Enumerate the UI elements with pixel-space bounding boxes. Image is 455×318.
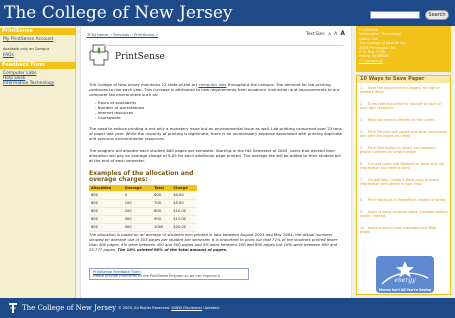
- tips-box: 10 Ways to Save Paper 1. Save the documen…: [356, 75, 451, 295]
- disclaimer-link[interactable]: WWW Disclaimer: [171, 306, 202, 310]
- right-sidebar: PrintSense Information Technology Green …: [356, 26, 455, 298]
- tips-heading: 10 Ways to Save Paper: [357, 76, 450, 83]
- tip-item: 7. Consolidate. Create a Word page to sha…: [360, 178, 439, 187]
- contact-us-link[interactable]: IT Contact us: [359, 59, 448, 63]
- allocation-table: Allocation Overage Total Charge 600 0 60…: [89, 185, 197, 232]
- table-cell: 300: [122, 215, 153, 224]
- feedback-note: Please provide comments on the PrintSens…: [93, 274, 221, 278]
- allocation-note: The allocation is based on an average of…: [89, 232, 347, 252]
- tip-text: Avoid printing multiple drafts. Consider…: [360, 210, 448, 219]
- breadcrumb[interactable]: TCNJ Home :: Services :: PrintSense ::: [87, 32, 158, 37]
- tip-item: 1. Save the document to a floppy, zip dis…: [360, 86, 440, 95]
- search-input[interactable]: [370, 11, 420, 19]
- site-header: The College of New Jersey Search: [0, 0, 455, 26]
- left-sidebar: PrintSense My PrintSense Account Availab…: [0, 26, 76, 298]
- table-cell: 600: [89, 199, 123, 208]
- intro-paragraph: The College of New Jersey maintains 22 s…: [89, 82, 345, 97]
- table-row: 600 400 1000 $20.00: [89, 223, 197, 232]
- table-cell: 1000: [152, 223, 172, 232]
- tip-item: 8. Print handouts in PowerPoint instead o…: [360, 198, 447, 202]
- tip-item: 9. Avoid printing multiple drafts. Consid…: [360, 210, 448, 219]
- table-cell: $10.00: [171, 207, 197, 216]
- page-body: PrintSense My PrintSense Account Availab…: [0, 26, 455, 298]
- table-cell: 900: [152, 215, 172, 224]
- sidebar-item-faqs[interactable]: FAQs: [3, 53, 14, 58]
- table-cell: 800: [152, 207, 172, 216]
- tcnj-logo-icon[interactable]: [8, 302, 18, 314]
- tip-item: 5. Print information in library call numb…: [360, 146, 437, 155]
- footer-meta: © 2005, All Rights Reserved. WWW Disclai…: [118, 306, 220, 310]
- table-cell: 400: [122, 223, 153, 232]
- allocation-paragraph: The program will allocate each student 6…: [89, 148, 341, 163]
- table-cell: 0: [122, 191, 153, 200]
- search-button[interactable]: Search: [425, 10, 449, 20]
- sidebar-heading-feedback[interactable]: Feedback Form: [0, 62, 76, 69]
- tip-text: Consolidate. Create a Word page to share…: [360, 178, 439, 187]
- tip-text: Cut and paste into Notepad or Word only …: [360, 162, 445, 171]
- table-cell: 600: [89, 191, 123, 200]
- table-cell: 600: [89, 215, 123, 224]
- tip-item: 3. Read documents directly on the screen.: [360, 118, 436, 122]
- table-cell: $15.00: [171, 215, 197, 224]
- tip-text: Save the document to a floppy, zip disk …: [360, 86, 440, 95]
- table-cell: 600: [89, 223, 123, 232]
- table-cell: $0.00: [171, 191, 197, 200]
- printer-logo-icon: [89, 44, 109, 66]
- energy-star-badge[interactable]: energy Money Isn't All You're Saving: [376, 256, 434, 293]
- printsense-logo: PrintSense: [87, 44, 165, 66]
- copyright-text: © 2005, All Rights Reserved.: [118, 306, 171, 310]
- table-cell: 600: [152, 191, 172, 200]
- table-row: 600 0 600 $0.00: [89, 191, 197, 200]
- tip-text: Print Preview web pages and other docume…: [360, 130, 447, 139]
- footer-site-title[interactable]: The College of New Jersey: [22, 304, 116, 312]
- environment-paragraph: The need to reduce printing is not only …: [89, 126, 343, 141]
- divider: [103, 45, 343, 46]
- text-size-medium[interactable]: A: [334, 32, 337, 37]
- sidebar-heading-printsense[interactable]: PrintSense: [0, 28, 76, 35]
- updated-label: Updated:: [203, 306, 220, 310]
- table-row: 600 200 800 $10.00: [89, 207, 197, 216]
- table-cell: $20.00: [171, 223, 197, 232]
- tip-item: 4. Print Preview web pages and other docu…: [360, 130, 447, 139]
- table-cell: 200: [122, 207, 153, 216]
- site-title[interactable]: The College of New Jersey: [4, 3, 233, 23]
- tip-text: Read documents directly on the screen.: [368, 118, 436, 122]
- svg-text:energy: energy: [394, 277, 416, 284]
- tip-text: Print handouts in PowerPoint instead of …: [368, 198, 447, 202]
- allocation-note-emphasis: The 18% printed 60% of the total amount …: [117, 247, 228, 252]
- text-size-control: Text Size: A A A: [304, 31, 345, 37]
- text-size-small[interactable]: A: [328, 32, 330, 36]
- table-cell: 100: [122, 199, 153, 208]
- tip-text: Avoid printing email messages and Web pa…: [360, 226, 437, 235]
- bullet-text: Courseware: [97, 115, 121, 120]
- sidebar-item-note: Available only on Campus: [3, 47, 50, 51]
- examples-heading: Examples of the allocation and overage c…: [89, 170, 194, 183]
- tip-item: 6. Cut and paste into Notepad or Word onl…: [360, 162, 445, 171]
- table-row: 600 100 700 $5.00: [89, 199, 197, 208]
- tip-text: Print information in library call number…: [360, 146, 437, 155]
- table-cell: $5.00: [171, 199, 197, 208]
- sidebar-item-information-technology[interactable]: Information Technology: [3, 81, 54, 86]
- text-size-label: Text Size:: [306, 31, 326, 36]
- main-content: TCNJ Home :: Services :: PrintSense :: T…: [80, 26, 352, 298]
- table-cell: 700: [152, 199, 172, 208]
- text-size-large[interactable]: A: [341, 31, 346, 37]
- tip-item: 2. E-mail the document to yourself to sav…: [360, 102, 442, 111]
- feedback-box: PrintSense Feedback Form Please provide …: [89, 268, 249, 280]
- badge-caption: Money Isn't All You're Saving: [378, 288, 432, 292]
- table-cell: 600: [89, 207, 123, 216]
- tip-text: E-mail the document to yourself to save …: [360, 102, 442, 111]
- sidebar-item-my-account[interactable]: My PrintSense Account: [3, 37, 53, 42]
- table-row: 600 300 900 $15.00: [89, 215, 197, 224]
- bullet-item: - Courseware: [95, 115, 121, 120]
- contact-box: PrintSense Information Technology Green …: [356, 26, 451, 72]
- logo-wordmark: PrintSense: [115, 52, 165, 62]
- site-footer: The College of New Jersey © 2005, All Ri…: [0, 298, 455, 318]
- tip-item: 10. Avoid printing email messages and Web…: [360, 226, 437, 235]
